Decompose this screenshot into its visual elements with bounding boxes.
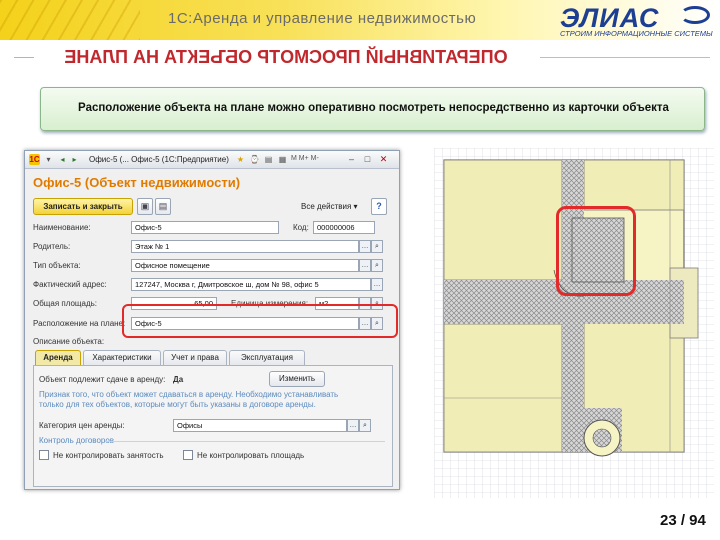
heading-rule-right <box>540 57 710 58</box>
logo-swoosh-icon <box>680 6 710 24</box>
history-icon[interactable]: ⌚ <box>249 154 260 165</box>
elias-logo: ЭЛИАС <box>560 3 660 33</box>
parent-select-button[interactable]: … <box>359 240 371 253</box>
maximize-button[interactable]: □ <box>361 154 374 165</box>
calc-icon[interactable]: ▦ <box>277 154 288 165</box>
price-category-open-icon[interactable]: ⌕ <box>359 419 371 432</box>
name-label: Наименование: <box>33 223 91 232</box>
close-button[interactable]: ✕ <box>377 154 390 165</box>
address-select-button[interactable]: … <box>371 278 383 291</box>
code-label: Код: <box>293 223 309 232</box>
description-label: Описание объекта: <box>33 337 105 346</box>
mirrored-heading: ОПЕРАТИВНЫЙ ПРОСМОТР ОБЪЕКТА НА ПЛАНЕ <box>64 47 508 67</box>
back-icon[interactable]: ◂ <box>57 154 68 165</box>
memory-buttons[interactable]: M M+ M- <box>291 155 319 162</box>
rent-subject-label: Объект подлежит сдаче в аренду: <box>39 375 166 384</box>
forward-icon[interactable]: ▸ <box>69 154 80 165</box>
group-divider <box>105 441 385 442</box>
rent-hint-text: Признак того, что объект может сдаваться… <box>39 390 339 409</box>
no-area-control-checkbox[interactable] <box>183 450 193 460</box>
save-icon[interactable]: ▣ <box>137 198 153 215</box>
type-open-icon[interactable]: ⌕ <box>371 259 383 272</box>
address-label: Фактический адрес: <box>33 280 107 289</box>
type-label: Тип объекта: <box>33 261 81 270</box>
form-title: Офис-5 (Объект недвижимости) <box>33 175 241 190</box>
info-banner: Расположение объекта на плане можно опер… <box>40 87 705 131</box>
help-button[interactable]: ? <box>371 198 387 215</box>
header-decoration <box>0 0 140 40</box>
change-button[interactable]: Изменить <box>269 371 325 387</box>
window-titlebar: 1С ▾ ◂ ▸ Офис-5 (... Офис-5 (1С:Предприя… <box>25 151 399 169</box>
menu-icon[interactable]: ▾ <box>43 154 54 165</box>
plan-location-label: Расположение на плане: <box>33 319 126 328</box>
star-icon[interactable]: ★ <box>235 154 246 165</box>
parent-field[interactable]: Этаж № 1 <box>131 240 359 253</box>
tab-accounting-rights[interactable]: Учет и права <box>163 350 227 365</box>
name-field[interactable]: Офис-5 <box>131 221 279 234</box>
heading-rule-left <box>14 57 34 58</box>
page-number: 23 / 94 <box>660 512 706 529</box>
room-nw <box>443 159 563 281</box>
no-area-control-label: Не контролировать площадь <box>197 451 305 460</box>
type-select-button[interactable]: … <box>359 259 371 272</box>
price-category-select-button[interactable]: … <box>347 419 359 432</box>
no-occupancy-control-checkbox[interactable] <box>39 450 49 460</box>
tab-operation[interactable]: Эксплуатация <box>229 350 305 365</box>
room-ne-top <box>583 159 685 211</box>
contract-control-group-title: Контроль договоров <box>39 436 115 445</box>
room-sw <box>443 323 563 453</box>
price-category-label: Категория цен аренды: <box>39 421 125 430</box>
all-actions-menu[interactable]: Все действия ▾ <box>285 198 367 215</box>
banner-text: Расположение объекта на плане можно опер… <box>78 102 669 114</box>
price-category-field[interactable]: Офисы <box>173 419 347 432</box>
tab-characteristics[interactable]: Характеристики <box>83 350 161 365</box>
type-field[interactable]: Офисное помещение <box>131 259 359 272</box>
slide-header-title: 1С:Аренда и управление недвижимостью <box>168 10 477 27</box>
1c-logo-icon[interactable]: 1С <box>29 154 40 165</box>
rent-subject-value: Да <box>173 375 184 384</box>
plan-field-highlight <box>122 304 398 338</box>
window-caption: Офис-5 (... Офис-5 (1С:Предприятие) <box>89 155 229 164</box>
plan-office-highlight <box>556 206 636 296</box>
minimize-button[interactable]: – <box>345 154 358 165</box>
parent-open-icon[interactable]: ⌕ <box>371 240 383 253</box>
area-label: Общая площадь: <box>33 299 98 308</box>
address-field[interactable]: 127247, Москва г, Дмитровское ш, дом № 9… <box>131 278 371 291</box>
save-and-close-button[interactable]: Записать и закрыть <box>33 198 133 215</box>
parent-label: Родитель: <box>33 242 71 251</box>
floor-plan <box>434 148 714 498</box>
logo-tagline: СТРОИМ ИНФОРМАЦИОННЫЕ СИСТЕМЫ <box>560 29 713 38</box>
document-icon[interactable]: ▤ <box>155 198 171 215</box>
print-icon[interactable]: ▤ <box>263 154 274 165</box>
code-field[interactable]: 000000006 <box>313 221 375 234</box>
tab-rent[interactable]: Аренда <box>35 350 81 365</box>
no-occupancy-control-label: Не контролировать занятость <box>53 451 164 460</box>
